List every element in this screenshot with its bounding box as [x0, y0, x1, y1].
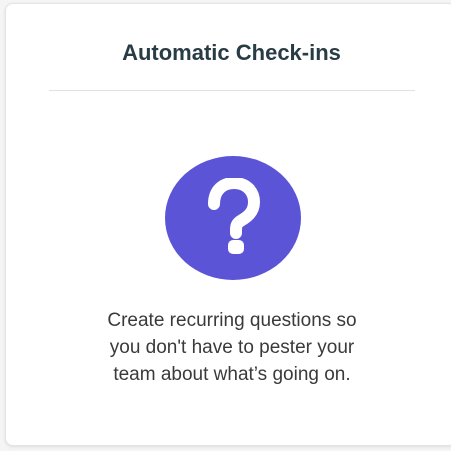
description-line: Create recurring questions so [107, 310, 357, 331]
question-icon [165, 156, 301, 280]
title-divider [49, 90, 415, 91]
card-description: Create recurring questions so you don't … [46, 307, 418, 388]
description-line: you don't have to pester your [109, 337, 355, 358]
question-mark-glyph [208, 178, 260, 254]
card-title: Automatic Check-ins [122, 40, 341, 65]
description-line: team about what’s going on. [113, 364, 351, 385]
check-ins-card[interactable]: Automatic Check-ins Create recurring que… [5, 3, 451, 446]
